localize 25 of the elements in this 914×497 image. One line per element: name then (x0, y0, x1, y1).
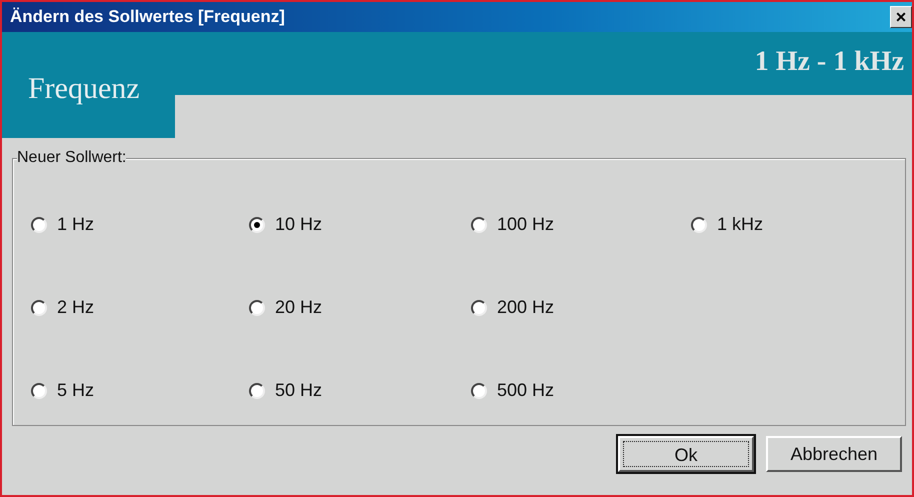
radio-button[interactable] (31, 300, 47, 316)
radio-option[interactable]: 100 Hz (471, 214, 691, 235)
radio-button[interactable] (471, 382, 487, 398)
radio-button[interactable] (249, 300, 265, 316)
radio-button[interactable] (31, 216, 47, 232)
range-label: 1 Hz - 1 kHz (754, 46, 904, 78)
radio-button[interactable] (249, 382, 265, 398)
radio-option[interactable]: 10 Hz (249, 214, 471, 235)
radio-option[interactable]: 500 Hz (471, 380, 691, 401)
radio-button[interactable] (249, 216, 265, 232)
window-title: Ändern des Sollwertes [Frequenz] (10, 7, 285, 27)
radio-button[interactable] (471, 216, 487, 232)
close-button[interactable]: × (890, 6, 912, 28)
radio-option[interactable]: 20 Hz (249, 297, 471, 318)
radio-option[interactable]: 50 Hz (249, 380, 471, 401)
dialog-button[interactable]: Ok (618, 436, 754, 472)
radio-option[interactable]: 1 kHz (691, 214, 911, 235)
radio-button[interactable] (31, 382, 47, 398)
radio-button[interactable] (471, 300, 487, 316)
radio-option[interactable]: 1 Hz (31, 214, 249, 235)
radio-option[interactable]: 2 Hz (31, 297, 249, 318)
radio-option[interactable]: 5 Hz (31, 380, 249, 401)
dialog-button[interactable]: Abbrechen (766, 436, 902, 472)
radio-button[interactable] (691, 216, 707, 232)
radio-option[interactable]: 200 Hz (471, 297, 691, 318)
